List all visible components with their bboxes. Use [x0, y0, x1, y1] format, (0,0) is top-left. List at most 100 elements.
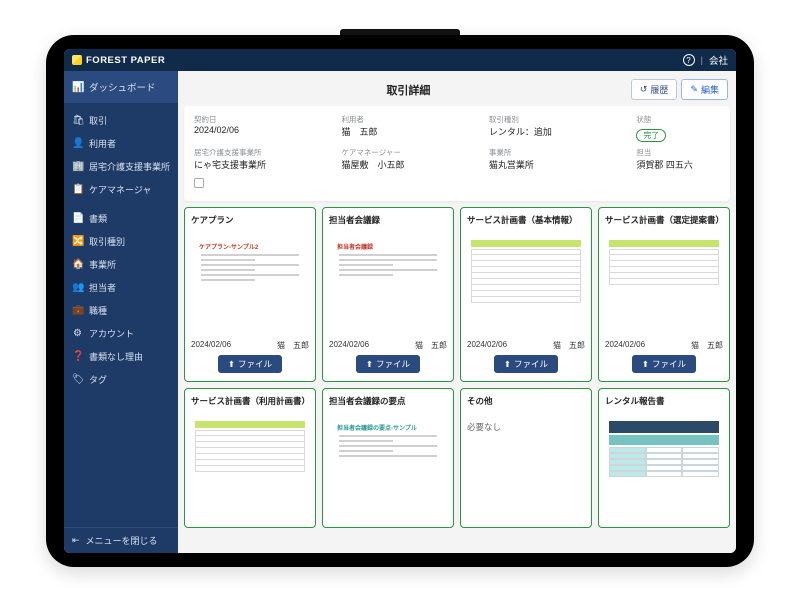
sidebar-item-job-types[interactable]: 💼 職種: [64, 299, 178, 322]
sidebar-item-label: アカウント: [89, 327, 134, 340]
upload-icon: ⬆: [366, 359, 373, 370]
sidebar-item-care-offices[interactable]: 🏢 居宅介護支援事業所: [64, 155, 178, 178]
upload-icon: ⬆: [504, 359, 511, 370]
sidebar-item-no-doc-reason[interactable]: ❓書類なし理由: [64, 345, 178, 368]
transaction-info-card: 契約日2024/02/06 利用者猫 五郎 取引種別レンタル：追加 状態完了 居…: [184, 106, 730, 201]
company-link[interactable]: 会社: [709, 53, 728, 67]
sidebar: 📊 ダッシュボード 🛍 取引 👤 利用者 🏢 居宅介護支援事業所 📋 ケアマネージャ 📄…: [64, 71, 178, 553]
doc-thumb: [469, 238, 583, 334]
info-label: 利用者: [341, 114, 480, 125]
doc-title: その他: [467, 395, 585, 415]
cart-icon: 🛍: [72, 115, 83, 126]
sidebar-item-transaction-types[interactable]: 🔀 取引種別: [64, 230, 178, 253]
history-button[interactable]: ↺履歴: [631, 79, 678, 100]
doc-thumb: [193, 419, 307, 515]
sidebar-item-documents[interactable]: 📄 書類: [64, 207, 178, 230]
file-icon: 📄: [72, 213, 83, 224]
sidebar-item-label: 事業所: [89, 258, 116, 271]
info-value: 2024/02/06: [194, 125, 333, 135]
upload-icon: ⬆: [642, 359, 649, 370]
doc-card[interactable]: サービス計画書（基本情報） 2024/02/06猫 五郎 ⬆ファイル: [460, 207, 592, 382]
sidebar-item-label: ダッシュボード: [89, 80, 156, 94]
doc-date: 2024/02/06: [467, 340, 507, 351]
file-button[interactable]: ⬆ファイル: [218, 355, 282, 373]
sidebar-item-label: 書類: [89, 212, 107, 225]
briefcase-icon: 💼: [72, 305, 83, 316]
sidebar-collapse[interactable]: ⇤ メニューを閉じる: [64, 527, 178, 553]
content: 取引詳細 ↺履歴 ✎編集 契約日2024/02/06 利用者猫 五郎 取引種別レ…: [178, 71, 736, 553]
sidebar-item-tags[interactable]: 🏷タグ: [64, 368, 178, 391]
sidebar-item-staff[interactable]: 👥担当者: [64, 276, 178, 299]
sidebar-item-account[interactable]: ⚙ アカウント: [64, 322, 178, 345]
doc-title: 担当者会議録の要点: [329, 395, 447, 415]
sidebar-item-care-managers[interactable]: 📋 ケアマネージャ: [64, 178, 178, 201]
doc-card[interactable]: サービス計画書（選定提案書） 2024/02/06猫 五郎 ⬆ファイル: [598, 207, 730, 382]
doc-card[interactable]: サービス計画書（利用計画書）: [184, 388, 316, 528]
info-value: レンタル：追加: [489, 125, 628, 138]
doc-card[interactable]: レンタル報告書: [598, 388, 730, 528]
info-label: ケアマネージャー: [341, 147, 480, 158]
doc-thumb: [607, 419, 721, 515]
edit-icon: ✎: [690, 84, 698, 95]
history-icon: ↺: [640, 84, 648, 95]
clipboard-icon: 📋: [72, 184, 83, 195]
info-label: 担当: [636, 147, 720, 158]
collapse-icon: ⇤: [72, 535, 80, 546]
sidebar-item-dashboard[interactable]: 📊 ダッシュボード: [64, 71, 178, 103]
upload-icon: ⬆: [228, 359, 235, 370]
checkbox[interactable]: [194, 178, 204, 188]
doc-card[interactable]: その他 必要なし: [460, 388, 592, 528]
doc-title: 担当者会議録: [329, 214, 447, 234]
doc-date: 2024/02/06: [605, 340, 645, 351]
sidebar-item-label: 取引: [89, 114, 107, 127]
dashboard-icon: 📊: [72, 82, 83, 93]
sidebar-item-label: ケアマネージャ: [89, 183, 151, 196]
file-button[interactable]: ⬆ファイル: [632, 355, 696, 373]
doc-who: 猫 五郎: [415, 340, 447, 351]
file-button[interactable]: ⬆ファイル: [494, 355, 558, 373]
help-icon[interactable]: ?: [683, 54, 695, 66]
info-label: 契約日: [194, 114, 333, 125]
doc-card[interactable]: ケアプラン ケアプラン-サンプル2 2024/02/06猫 五郎 ⬆ファイル: [184, 207, 316, 382]
info-value: にゃ宅支援事業所: [194, 158, 333, 171]
page-title: 取引詳細: [186, 82, 631, 98]
doc-thumb: [607, 238, 721, 334]
sidebar-item-label: タグ: [89, 373, 107, 386]
sidebar-item-label: 書類なし理由: [89, 350, 143, 363]
swap-icon: 🔀: [72, 236, 83, 247]
sidebar-item-label: メニューを閉じる: [86, 534, 158, 547]
topbar: FOREST PAPER ? | 会社: [64, 49, 736, 71]
sidebar-item-label: 取引種別: [89, 235, 125, 248]
sidebar-item-users[interactable]: 👤 利用者: [64, 132, 178, 155]
status-badge: 完了: [636, 129, 666, 142]
info-label: 事業所: [489, 147, 628, 158]
doc-thumb: 担当者会議録: [331, 238, 445, 334]
sidebar-item-label: 職種: [89, 304, 107, 317]
sidebar-item-label: 居宅介護支援事業所: [89, 160, 170, 173]
info-value: 須賀郡 四五六: [636, 158, 720, 171]
doc-title: サービス計画書（利用計画書）: [191, 395, 309, 415]
info-label: 居宅介護支援事業所: [194, 147, 333, 158]
sidebar-item-offices[interactable]: 🏠 事業所: [64, 253, 178, 276]
doc-title: サービス計画書（基本情報）: [467, 214, 585, 234]
doc-thumb: 担当者会議録の要点-サンプル: [331, 419, 445, 515]
home-icon: 🏠: [72, 259, 83, 270]
doc-date: 2024/02/06: [329, 340, 369, 351]
doc-card[interactable]: 担当者会議録 担当者会議録 2024/02/06 猫 五郎 ⬆ファイル: [322, 207, 454, 382]
info-value: 猫丸営業所: [489, 158, 628, 171]
user-icon: 👤: [72, 138, 83, 149]
sidebar-item-label: 利用者: [89, 137, 116, 150]
sidebar-item-label: 担当者: [89, 281, 116, 294]
brand-logo-icon: [72, 55, 82, 65]
building-icon: 🏢: [72, 161, 83, 172]
sidebar-item-transactions[interactable]: 🛍 取引: [64, 109, 178, 132]
file-button[interactable]: ⬆ファイル: [356, 355, 420, 373]
doc-title: サービス計画書（選定提案書）: [605, 214, 723, 234]
edit-button[interactable]: ✎編集: [681, 79, 728, 100]
gear-icon: ⚙: [72, 328, 83, 339]
doc-title: レンタル報告書: [605, 395, 723, 415]
info-value: 猫屋敷 小五郎: [341, 158, 480, 171]
doc-card[interactable]: 担当者会議録の要点 担当者会議録の要点-サンプル: [322, 388, 454, 528]
doc-thumb: ケアプラン-サンプル2: [193, 238, 307, 334]
info-label: 状態: [636, 114, 720, 125]
